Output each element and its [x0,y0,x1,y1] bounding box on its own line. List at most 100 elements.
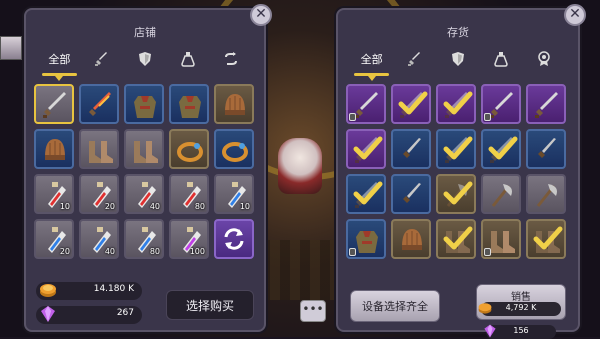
shop-close-button[interactable]: ✕ [250,4,272,26]
item-slot[interactable] [169,129,209,169]
item-slot[interactable] [481,129,521,169]
shop-tabs: 全部 [38,46,252,81]
inv-tab-weapons[interactable] [393,46,436,72]
lock-icon [484,113,491,121]
gold-coin-icon [40,284,56,297]
item-slot[interactable] [481,84,521,124]
player-avatar[interactable] [0,36,22,60]
item-slot[interactable] [214,84,254,124]
sell-button[interactable]: 销售 4,792 K [476,284,566,320]
tab-weapons[interactable] [81,46,124,72]
gem-icon [41,306,55,322]
item-count: 80 [194,202,205,211]
inv-tab-medals[interactable] [523,46,566,72]
sword-icon [355,92,378,118]
lock-icon [349,113,356,121]
more-options-button[interactable]: ••• [300,300,326,322]
item-slot[interactable] [481,174,521,214]
checkmark-icon [533,226,563,250]
item-slot[interactable] [391,129,431,169]
select-all-equipment-button[interactable]: 设备选择齐全 [350,290,440,322]
item-slot[interactable] [79,129,119,169]
item-slot[interactable] [34,129,74,169]
item-slot[interactable] [346,174,386,214]
item-slot[interactable] [436,129,476,169]
item-slot[interactable] [526,174,566,214]
item-slot[interactable]: 10 [214,174,254,214]
checkmark-icon [443,181,473,205]
checkmark-icon [353,181,383,205]
item-slot[interactable] [169,84,209,124]
item-slot[interactable]: 10 [34,174,74,214]
checkmark-icon [443,91,473,115]
lock-icon [484,248,491,256]
item-slot[interactable] [436,219,476,259]
refresh-arrow-icon [224,52,237,65]
shop-item-grid: 10 20 40 80 10 20 40 80 100 [34,84,254,259]
item-slot[interactable] [346,129,386,169]
helmet-icon [45,139,65,160]
tab-all[interactable]: 全部 [38,46,81,81]
helmet-icon [402,229,422,250]
sword-icon [43,92,66,118]
item-slot[interactable] [346,219,386,259]
sword-icon [490,92,513,118]
item-slot[interactable]: 100 [169,219,209,259]
item-count: 10 [59,202,70,211]
item-slot[interactable]: 80 [169,174,209,214]
item-slot[interactable] [436,174,476,214]
gem-display: 267 [36,306,142,324]
inventory-close-button[interactable]: ✕ [564,4,586,26]
item-slot[interactable] [481,219,521,259]
item-slot[interactable] [526,219,566,259]
tab-armor[interactable] [124,46,167,72]
background-character [278,138,322,194]
potion-icon [181,52,195,67]
item-slot[interactable] [526,129,566,169]
inv-tab-all[interactable]: 全部 [350,46,393,81]
item-slot[interactable] [391,174,431,214]
item-slot[interactable] [526,84,566,124]
item-count: 100 [189,247,205,256]
item-slot[interactable]: 40 [124,174,164,214]
shop-title: 店铺 [134,26,156,39]
inventory-title: 存货 [447,26,469,39]
axe-icon [491,184,512,207]
select-buy-button[interactable]: 选择购买 [166,290,254,320]
inventory-panel: 存货 ✕ 全部 设备选择齐全 销售 4,792 K 156 [336,4,586,339]
inventory-tabs: 全部 [350,46,566,81]
shop-panel: 店铺 ✕ 全部 10 20 40 80 10 20 40 80 100 14.180 K 267… [24,4,272,332]
item-slot[interactable] [436,84,476,124]
item-slot[interactable]: 80 [124,219,164,259]
potion-icon [494,52,508,67]
tab-refresh[interactable] [209,46,252,72]
armor-icon [179,96,201,118]
refresh-shop-button[interactable] [214,219,254,259]
item-slot[interactable] [124,129,164,169]
item-slot[interactable] [79,84,119,124]
item-slot[interactable] [124,84,164,124]
ring-icon [177,142,203,162]
dagger-icon [403,138,421,158]
item-count: 40 [104,247,115,256]
item-slot[interactable] [391,84,431,124]
item-slot[interactable]: 40 [79,219,119,259]
item-slot[interactable] [214,129,254,169]
boots-icon [491,231,515,253]
shield-icon [138,52,151,66]
inv-tab-potions[interactable] [480,46,523,72]
item-slot[interactable]: 20 [34,219,74,259]
item-slot[interactable] [391,219,431,259]
inv-tab-armor[interactable] [436,46,479,72]
item-count: 20 [104,202,115,211]
boots-icon [89,141,113,163]
item-slot[interactable] [34,84,74,124]
inventory-item-grid [346,84,566,259]
sell-gem-amount: 156 [513,326,529,335]
sword-icon [535,92,558,118]
item-slot[interactable]: 20 [79,174,119,214]
gold-amount: 14.180 K [93,284,134,294]
tab-potions[interactable] [166,46,209,72]
gem-amount: 267 [116,308,134,318]
item-slot[interactable] [346,84,386,124]
